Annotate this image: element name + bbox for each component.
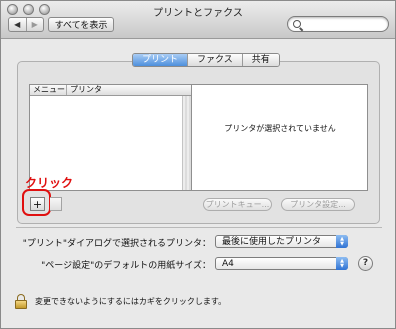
forward-button[interactable]: ▶: [25, 18, 44, 31]
search-icon: [293, 20, 301, 28]
tab-sharing[interactable]: 共有: [241, 54, 279, 66]
popup-arrows-icon: ▲ ▼: [336, 235, 348, 248]
paper-size-popup[interactable]: A4 ▲ ▼: [215, 257, 348, 270]
back-button[interactable]: ◀: [9, 18, 26, 31]
no-printer-message: プリンタが選択されていません: [224, 124, 336, 133]
print-queue-button[interactable]: プリントキュー...: [203, 198, 272, 211]
tab-print[interactable]: プリント: [133, 54, 188, 66]
help-button[interactable]: ?: [358, 256, 373, 271]
paper-size-value: A4: [222, 259, 234, 269]
selected-printer-value: 最後に使用したプリンタ: [222, 237, 322, 247]
search-field[interactable]: [287, 16, 389, 32]
remove-printer-button[interactable]: [50, 197, 62, 211]
add-printer-button[interactable]: +: [30, 197, 45, 211]
lock-icon[interactable]: [15, 294, 27, 309]
column-header-printer[interactable]: プリンタ: [67, 85, 102, 95]
paper-size-label: "ページ設定"のデフォルトの用紙サイズ：: [41, 261, 211, 271]
printer-setup-button[interactable]: プリンタ設定...: [281, 198, 355, 211]
printer-detail-pane: プリンタが選択されていません: [192, 84, 368, 191]
lock-instruction-text: 変更できないようにするにはカギをクリックします。: [35, 297, 227, 306]
printer-list-header: メニュー プリンタ: [30, 85, 191, 96]
separator: [16, 227, 382, 228]
show-all-button[interactable]: すべてを表示: [48, 17, 114, 32]
selected-printer-label: "プリント"ダイアログで選択されるプリンタ：: [22, 239, 211, 249]
back-forward-control: ◀ ▶: [8, 17, 44, 32]
title-toolbar: プリントとファクス ◀ ▶ すべてを表示: [1, 1, 395, 39]
popup-arrows-icon: ▲ ▼: [336, 257, 348, 270]
lock-body: [15, 300, 27, 309]
column-header-menu[interactable]: メニュー: [30, 85, 67, 95]
selected-printer-popup[interactable]: 最後に使用したプリンタ ▲ ▼: [215, 235, 348, 248]
printer-list-scrollbar[interactable]: [182, 96, 191, 190]
tab-fax[interactable]: ファクス: [187, 54, 242, 66]
preferences-window: プリントとファクス ◀ ▶ すべてを表示 プリント ファクス 共有 メニュー プ…: [0, 0, 396, 329]
tab-bar: プリント ファクス 共有: [132, 53, 280, 67]
